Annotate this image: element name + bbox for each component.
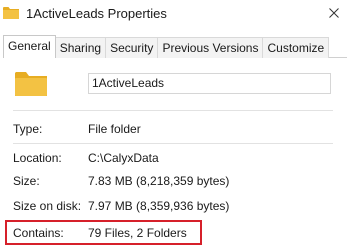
location-value: C:\CalyxData [88,151,159,165]
location-label: Location: [13,151,62,165]
type-label: Type: [13,122,43,136]
properties-dialog: 1ActiveLeads Properties General Sharing … [0,0,347,249]
close-icon [329,7,339,21]
size-on-disk-label: Size on disk: [13,199,82,213]
tab-security[interactable]: Security [105,37,159,58]
size-value: 7.83 MB (8,218,359 bytes) [88,174,230,188]
tab-previous-versions[interactable]: Previous Versions [157,37,264,58]
close-button[interactable] [321,0,347,28]
divider [13,110,333,111]
tab-general[interactable]: General [3,35,56,58]
contains-highlight-box [5,220,202,245]
tab-bar: General Sharing Security Previous Versio… [3,35,330,58]
window-title: 1ActiveLeads Properties [26,6,167,21]
size-label: Size: [13,174,40,188]
tab-customize[interactable]: Customize [262,37,330,58]
type-value: File folder [88,122,141,136]
tab-sharing[interactable]: Sharing [54,37,107,58]
size-on-disk-value: 7.97 MB (8,359,936 bytes) [88,199,230,213]
title-bar: 1ActiveLeads Properties [0,0,347,30]
folder-icon [15,70,47,98]
folder-name-input[interactable]: 1ActiveLeads [88,73,331,94]
folder-icon [3,6,19,20]
divider [13,143,333,144]
